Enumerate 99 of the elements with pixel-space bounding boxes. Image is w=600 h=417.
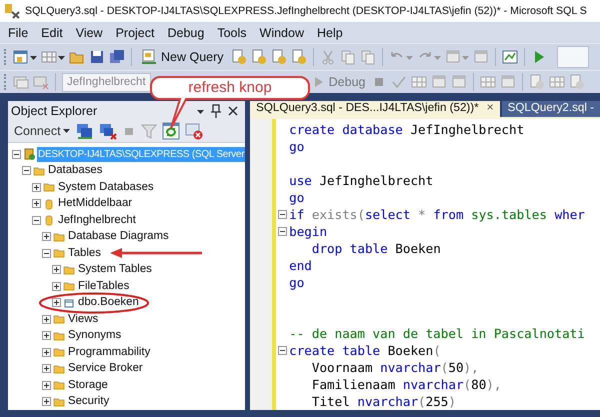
code-line: go — [289, 139, 304, 154]
expand-icon[interactable] — [32, 182, 41, 192]
document-tab[interactable]: SQLQuery2.sql - — [502, 101, 600, 117]
close-tab-button[interactable]: × — [486, 101, 494, 114]
collapse-icon[interactable] — [22, 166, 31, 176]
expand-icon[interactable] — [42, 397, 51, 406]
document-icon[interactable] — [290, 49, 307, 65]
app-icon — [4, 3, 20, 19]
menu-item[interactable]: Debug — [167, 26, 204, 40]
document-icon[interactable] — [250, 49, 267, 65]
combo-field[interactable] — [556, 46, 589, 68]
folder-icon — [43, 181, 55, 194]
pin-icon[interactable] — [210, 102, 222, 119]
expand-icon[interactable] — [42, 232, 51, 242]
code-editor[interactable] — [250, 117, 600, 410]
document-icon[interactable] — [230, 49, 247, 65]
new-query-button[interactable]: New Query — [138, 49, 227, 65]
collapse-icon[interactable] — [32, 216, 41, 225]
collapse-icon[interactable] — [278, 346, 288, 355]
code-line: end — [289, 258, 312, 273]
collapse-icon[interactable] — [278, 210, 288, 219]
collapse-icon[interactable] — [278, 227, 288, 236]
connect-icon[interactable] — [76, 122, 94, 140]
document-icon[interactable] — [270, 49, 287, 65]
tree-item[interactable]: Storage — [67, 378, 109, 393]
code-line: drop table Boeken — [310, 241, 441, 256]
tree-item[interactable]: Service Broker — [67, 361, 144, 376]
expand-icon[interactable] — [32, 199, 41, 208]
menu-item[interactable]: Tools — [217, 26, 247, 40]
expand-icon[interactable] — [42, 314, 51, 324]
play-icon — [312, 74, 325, 90]
callout-text: refresh knop — [187, 79, 273, 96]
tree-item[interactable]: Database Diagrams — [67, 229, 170, 244]
folder-icon — [53, 313, 65, 326]
expand-icon[interactable] — [42, 331, 51, 340]
folder-icon — [53, 379, 65, 392]
menu-item[interactable]: Window — [260, 26, 304, 40]
tree-item[interactable]: Databases — [47, 163, 104, 178]
folder-icon — [53, 346, 65, 358]
folder-icon — [53, 362, 65, 375]
tree-item[interactable]: System Tables — [77, 262, 153, 278]
menu-item[interactable]: File — [8, 26, 28, 40]
code-line: create database JefInghelbrecht — [289, 122, 524, 137]
folder-icon — [53, 230, 65, 243]
tree-item[interactable]: Views — [67, 312, 100, 327]
code-line: Voornaam nvarchar(50), — [310, 360, 479, 375]
collapse-icon[interactable] — [12, 150, 21, 159]
menu-item[interactable]: View — [76, 26, 103, 40]
folder-icon — [33, 164, 45, 177]
menu-item[interactable]: Help — [316, 26, 343, 40]
folder-icon — [63, 264, 75, 276]
menu-item[interactable]: Edit — [41, 26, 63, 40]
new-query-icon — [141, 49, 157, 65]
tree-item[interactable]: Tables — [67, 246, 102, 261]
tree-item[interactable]: FileTables — [77, 278, 130, 294]
tree-item[interactable]: HetMiddelbaar — [57, 196, 134, 212]
expand-icon[interactable] — [52, 282, 61, 291]
folder-icon — [53, 396, 65, 408]
menu-item[interactable]: Project — [116, 26, 154, 40]
code-line: -- de naam van de tabel in Pascalnotati — [289, 326, 585, 341]
tree-item[interactable]: System Databases — [57, 180, 155, 195]
save-icon[interactable] — [89, 49, 105, 65]
code-line: Titel nvarchar(255) — [310, 394, 456, 409]
panel-title: Object Explorer — [11, 104, 98, 118]
expand-icon[interactable] — [42, 364, 51, 374]
window-icon[interactable] — [33, 74, 49, 90]
code-line: go — [289, 190, 304, 205]
save-all-icon[interactable] — [109, 49, 125, 65]
folder-icon — [53, 247, 65, 260]
project-icon[interactable] — [13, 49, 29, 65]
expand-icon[interactable] — [52, 298, 61, 308]
code-line: go — [289, 275, 304, 290]
folder-icon — [53, 330, 65, 342]
check-icon[interactable] — [391, 74, 408, 90]
activity-monitor-icon[interactable] — [184, 122, 203, 140]
expand-icon[interactable] — [52, 265, 61, 274]
tree-item[interactable]: Synonyms — [67, 328, 122, 344]
tree-item[interactable]: JefInghelbrecht — [57, 212, 137, 228]
database-icon — [43, 198, 55, 210]
tree-item[interactable]: Security — [67, 394, 110, 410]
disconnect-icon[interactable] — [98, 122, 117, 140]
chart-icon[interactable] — [502, 49, 518, 65]
expand-icon[interactable] — [42, 380, 51, 390]
code-line: create table Boeken( — [289, 343, 441, 358]
code-line: if exists(select * from sys.tables wher — [289, 207, 585, 222]
server-icon — [23, 148, 35, 160]
window-title: SQLQuery3.sql - DESKTOP-IJ4LTAS\SQLEXPRESS.JefInghelbrecht (DESKTOP-IJ4LTAS\jefin (52))* - Microsoft SQL S — [25, 5, 587, 17]
code-line: use JefInghelbrecht — [289, 173, 434, 188]
collapse-icon[interactable] — [42, 248, 51, 258]
expand-icon[interactable] — [42, 348, 51, 357]
code-line: Familienaam nvarchar(80), — [310, 377, 502, 392]
folder-icon — [63, 280, 75, 292]
table-icon — [63, 296, 75, 309]
refresh-icon[interactable] — [162, 122, 180, 140]
document-tab[interactable]: SQLQuery3.sql - DES...IJ4LTAS\jefin (52))* × — [250, 101, 500, 117]
database-icon — [43, 214, 55, 226]
code-line: begin — [289, 224, 328, 239]
tree-item[interactable]: Programmability — [67, 344, 152, 360]
connect-button[interactable]: Connect — [14, 124, 71, 138]
